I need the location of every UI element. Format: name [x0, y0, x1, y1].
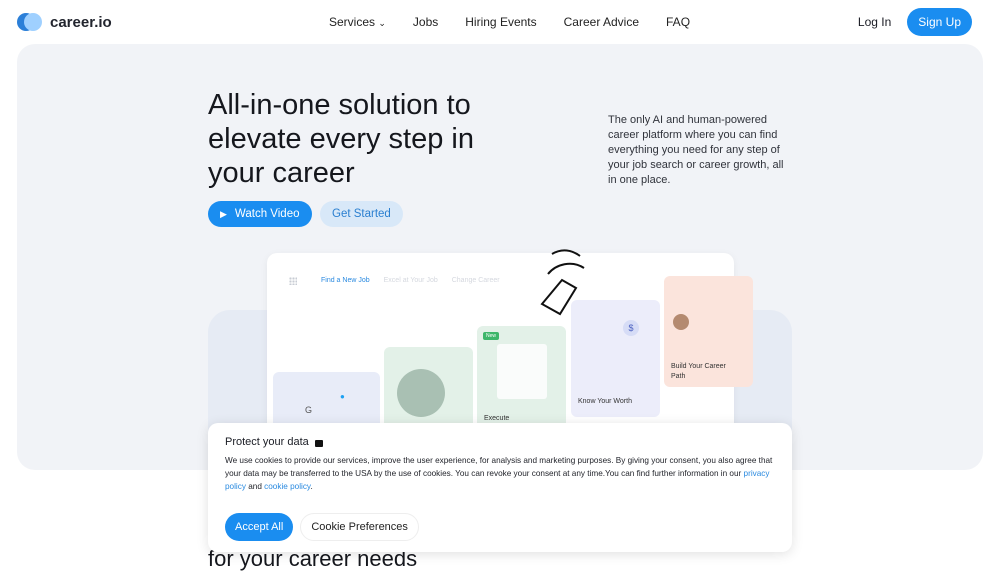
- card-portrait: [384, 347, 473, 432]
- card-know-worth-label: Know Your Worth: [578, 398, 632, 405]
- nav-jobs[interactable]: Jobs: [413, 15, 438, 29]
- top-nav: career.io Services ⌄ Jobs Hiring Events …: [0, 0, 1000, 44]
- dollar-icon: $: [623, 320, 639, 336]
- signup-button[interactable]: Sign Up: [907, 8, 972, 36]
- hero-subtitle: The only AI and human-powered career pla…: [608, 114, 784, 186]
- mock-tab-change: Change Career: [451, 277, 500, 284]
- play-icon: ▶: [220, 208, 227, 219]
- checklist: [497, 344, 547, 399]
- logo-icon: [17, 13, 43, 31]
- grid-icon: [289, 277, 297, 285]
- nav-hiring-events[interactable]: Hiring Events: [465, 15, 536, 29]
- brand-name: career.io: [50, 13, 112, 31]
- watch-video-button[interactable]: ▶ Watch Video: [208, 201, 312, 227]
- login-link[interactable]: Log In: [858, 15, 891, 29]
- person-avatar: [673, 314, 689, 330]
- lock-icon: [314, 440, 323, 447]
- card-career-path: Build Your Career Path: [664, 276, 753, 387]
- card-know-worth: $ Know Your Worth: [571, 300, 660, 417]
- cookie-text: We use cookies to provide our services, …: [225, 456, 773, 491]
- card-execute-label: Execute: [484, 415, 510, 422]
- cookie-consent-dialog: Protect your data We use cookies to prov…: [208, 423, 792, 552]
- card-career-path-label: Build Your Career Path: [671, 363, 726, 380]
- cookie-policy-link[interactable]: cookie policy: [264, 482, 310, 491]
- mock-tab-excel: Excel at Your Job: [383, 277, 438, 284]
- google-icon: G: [305, 405, 313, 415]
- get-started-button[interactable]: Get Started: [320, 201, 403, 227]
- cookie-title: Protect your data: [225, 436, 309, 448]
- new-badge: New: [483, 332, 500, 340]
- person-avatar: [397, 369, 445, 417]
- nav-services[interactable]: Services ⌄: [329, 15, 386, 29]
- cookie-preferences-button[interactable]: Cookie Preferences: [300, 513, 419, 541]
- mock-tab-find-job: Find a New Job: [321, 277, 370, 284]
- nav-faq[interactable]: FAQ: [666, 15, 690, 29]
- accept-all-button[interactable]: Accept All: [225, 513, 294, 541]
- card-execute: New Execute: [477, 326, 566, 432]
- chevron-down-icon: ⌄: [378, 18, 386, 28]
- twitter-icon: ●: [340, 392, 345, 401]
- logo[interactable]: career.io: [17, 13, 112, 31]
- hero-title: All-in-one solution to elevate every ste…: [208, 89, 474, 189]
- nav-career-advice[interactable]: Career Advice: [564, 15, 639, 29]
